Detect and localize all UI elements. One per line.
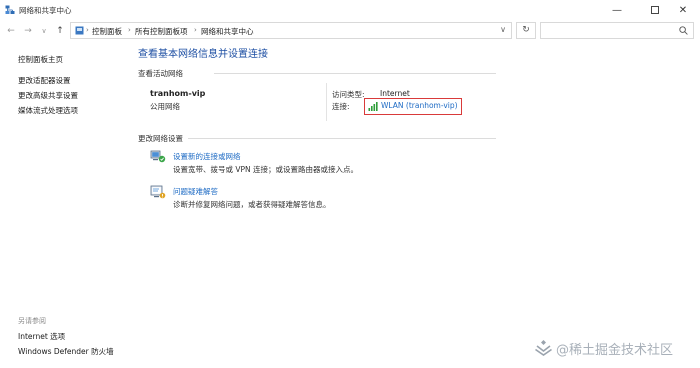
address-dropdown-icon[interactable]: ∨ [500,25,506,34]
minimize-icon: — [612,4,622,16]
close-icon: ✕ [678,4,688,16]
back-arrow-icon: ← [7,26,15,36]
refresh-icon: ↻ [522,25,530,35]
setup-new-connection-link[interactable]: 设置新的连接或网络 [173,151,241,162]
breadcrumb-separator: › [86,26,89,34]
access-type-label: 访问类型: [332,90,365,99]
breadcrumb-separator[interactable]: › [128,26,131,34]
wlan-connection-link[interactable]: WLAN (tranhom-vip) [381,101,458,110]
minimize-button[interactable]: — [600,0,634,20]
up-arrow-icon: ↑ [56,26,64,36]
network-setup-icon [150,150,166,163]
breadcrumb-separator[interactable]: › [194,26,197,34]
network-name: tranhom-vip [150,89,206,98]
refresh-button[interactable]: ↻ [516,22,536,39]
access-type-value: Internet [380,89,410,98]
sidebar-control-panel-home[interactable]: 控制面板主页 [18,54,63,65]
juejin-logo-icon [535,340,552,356]
sidebar-change-advanced-sharing[interactable]: 更改高级共享设置 [18,90,78,101]
wifi-signal-icon [368,102,378,111]
title-bar: 网络和共享中心 — ✕ [0,0,700,20]
maximize-icon [651,6,659,14]
see-also-internet-options[interactable]: Internet 选项 [18,331,65,342]
up-button[interactable]: ↑ [54,25,66,37]
watermark-text: @稀土掘金技术社区 [556,343,674,358]
chevron-down-icon: ∨ [41,27,47,35]
troubleshoot-problems-desc: 诊断并修复网络问题，或者获得疑难解答信息。 [173,200,331,209]
recent-locations-button[interactable]: ∨ [38,25,50,37]
page-title: 查看基本网络信息并设置连接 [138,49,268,60]
connection-label: 连接: [332,102,350,111]
network-category[interactable]: 公用网络 [150,101,180,112]
breadcrumb-network-center[interactable]: 网络和共享中心 [201,26,254,37]
control-panel-icon [75,26,84,35]
breadcrumb-control-panel[interactable]: 控制面板 [92,26,122,37]
change-settings-heading: 更改网络设置 [138,134,183,143]
see-also-label: 另请参阅 [18,317,46,325]
troubleshoot-problems-link[interactable]: 问题疑难解答 [173,186,218,197]
sidebar-media-streaming-options[interactable]: 媒体流式处理选项 [18,105,78,116]
sidebar-change-adapter-settings[interactable]: 更改适配器设置 [18,75,71,86]
see-also-windows-firewall[interactable]: Windows Defender 防火墙 [18,346,114,357]
troubleshoot-icon [150,185,166,199]
breadcrumb-all-items[interactable]: 所有控制面板项 [135,26,188,37]
address-box[interactable]: › 控制面板 › 所有控制面板项 › 网络和共享中心 ∨ [70,22,512,39]
back-button[interactable]: ← [5,25,17,37]
search-input[interactable] [540,22,694,39]
window-title: 网络和共享中心 [19,6,72,15]
network-center-icon [5,5,15,14]
forward-button[interactable]: → [22,25,34,37]
active-networks-heading: 查看活动网络 [138,69,183,78]
setup-new-connection-desc: 设置宽带、拨号或 VPN 连接；或设置路由器或接入点。 [173,165,359,174]
close-button[interactable]: ✕ [666,0,700,20]
section-divider [188,138,496,139]
section-divider [214,73,496,74]
network-info-divider [326,83,327,121]
search-icon [679,26,688,35]
forward-arrow-icon: → [24,26,32,36]
